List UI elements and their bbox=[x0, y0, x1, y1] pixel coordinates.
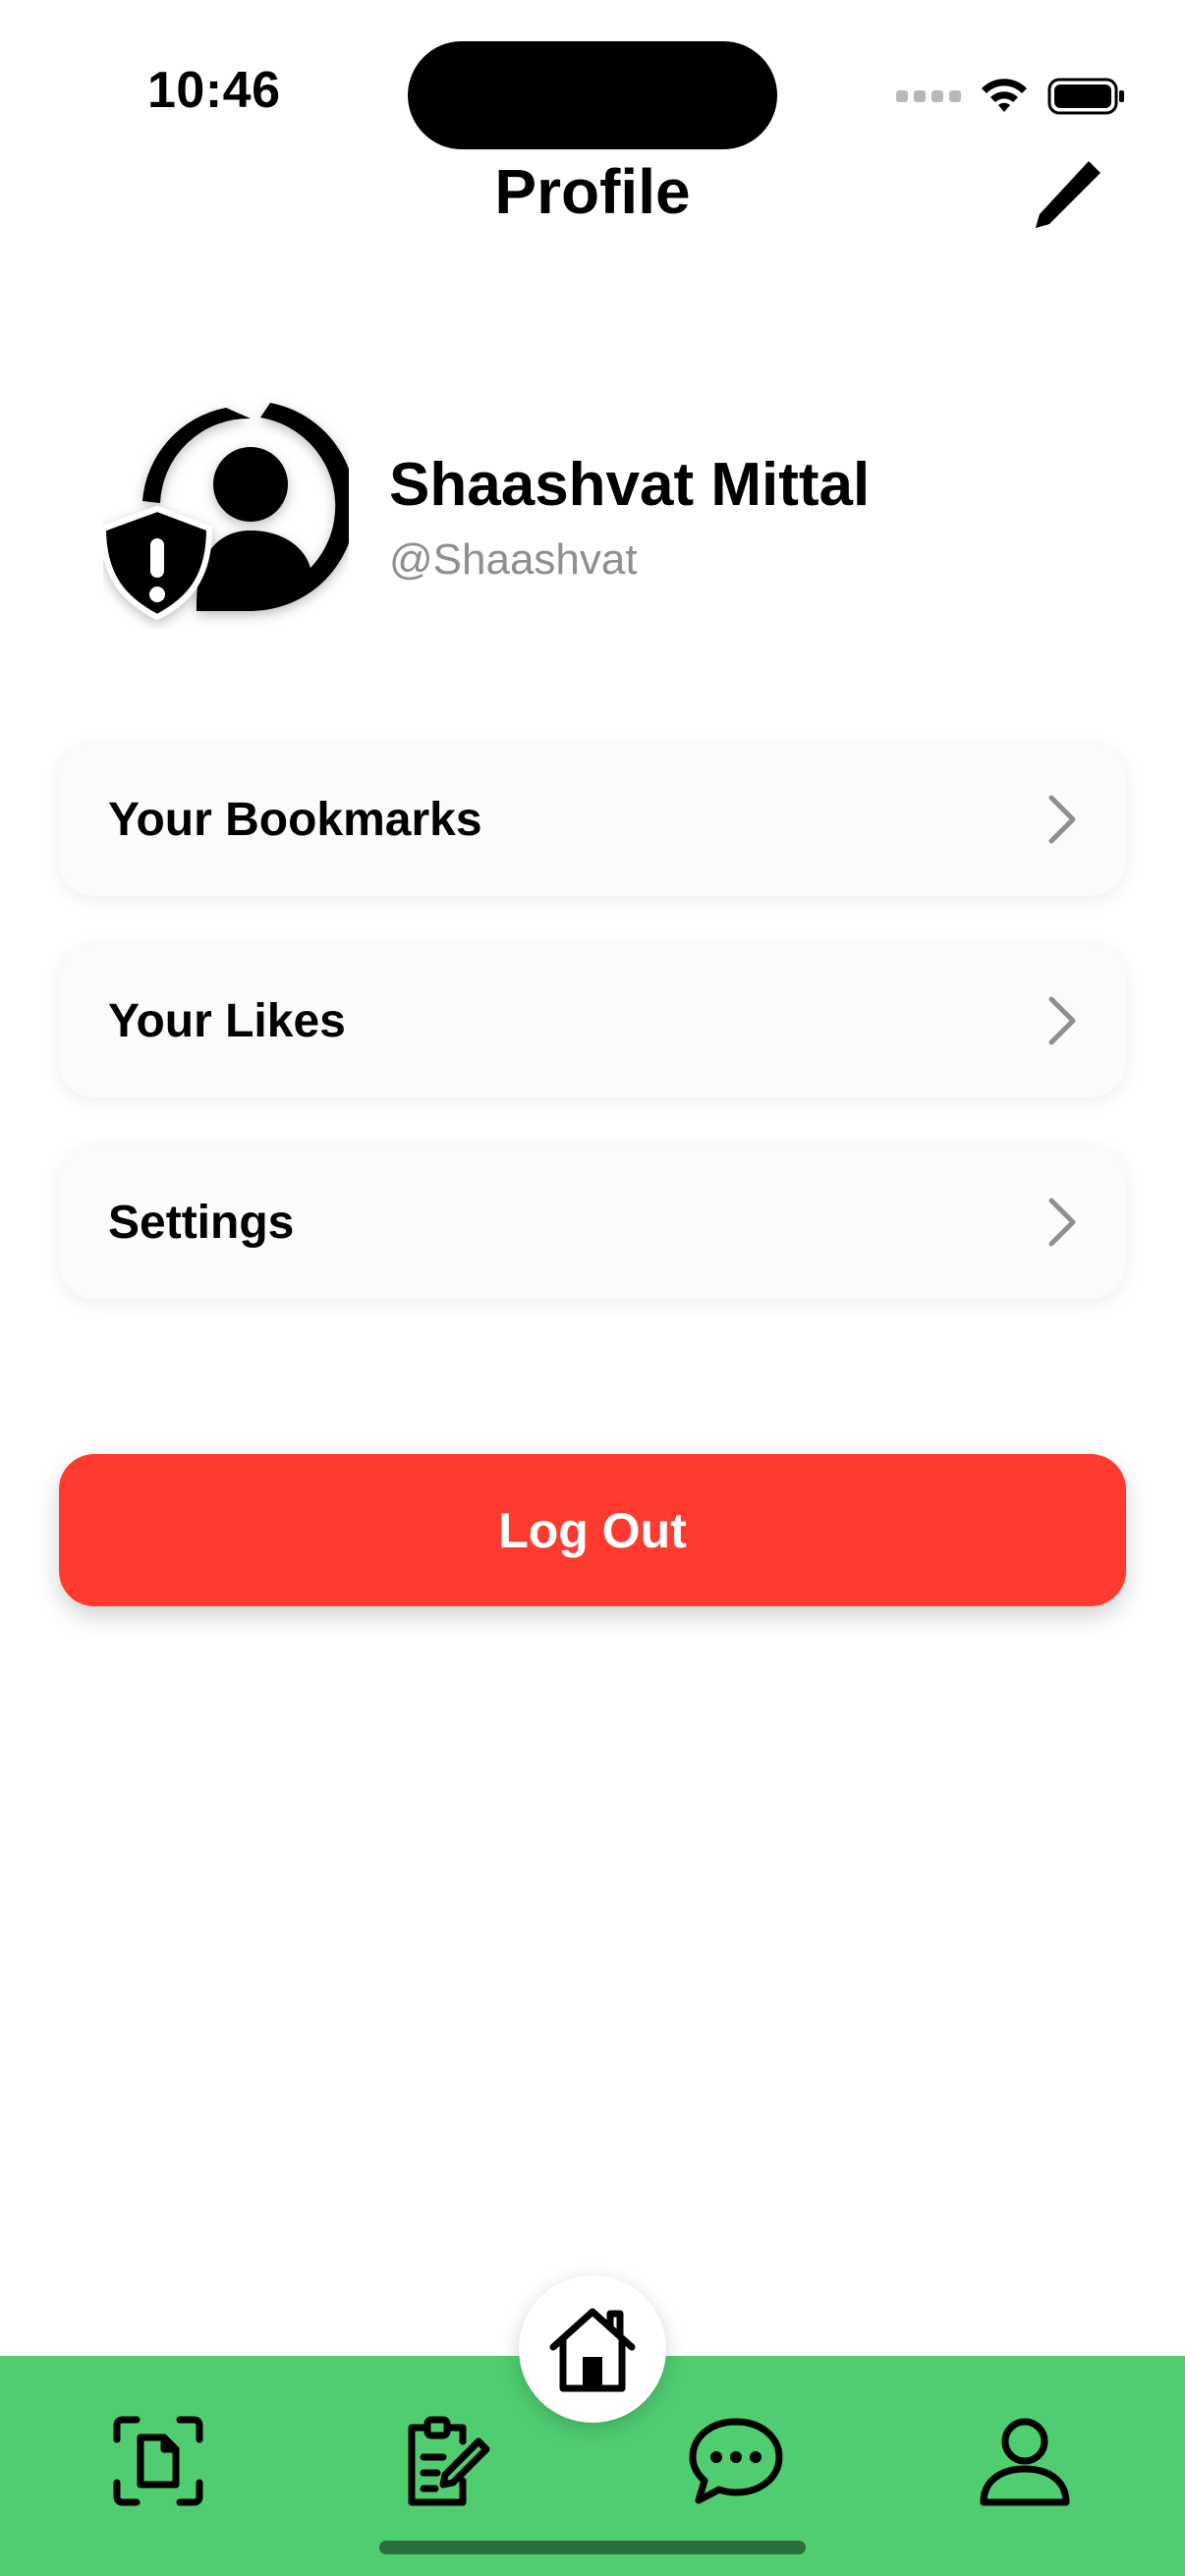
person-icon bbox=[980, 2418, 1070, 2506]
tab-chat[interactable] bbox=[682, 2407, 790, 2515]
status-icons bbox=[896, 67, 1126, 126]
logout-button[interactable]: Log Out bbox=[59, 1454, 1126, 1606]
chevron-right-icon bbox=[1048, 795, 1076, 844]
profile-menu: Your Bookmarks Your Likes Settings bbox=[59, 743, 1126, 1347]
battery-icon bbox=[1047, 78, 1124, 115]
dynamic-island bbox=[408, 41, 777, 149]
menu-item-bookmarks[interactable]: Your Bookmarks bbox=[59, 743, 1126, 896]
menu-item-label: Your Bookmarks bbox=[108, 793, 482, 846]
menu-item-settings[interactable]: Settings bbox=[59, 1146, 1126, 1299]
tab-home[interactable] bbox=[519, 2275, 666, 2423]
profile-handle: @Shaashvat bbox=[389, 535, 638, 584]
tab-notes[interactable] bbox=[387, 2407, 495, 2515]
clipboard-edit-icon bbox=[408, 2416, 490, 2506]
document-scan-icon bbox=[113, 2416, 203, 2506]
wifi-icon bbox=[982, 79, 1027, 112]
cellular-signal-icon bbox=[896, 90, 961, 102]
tab-profile[interactable] bbox=[971, 2407, 1079, 2515]
home-icon bbox=[549, 2308, 636, 2392]
menu-item-label: Your Likes bbox=[108, 994, 346, 1047]
chevron-right-icon bbox=[1048, 996, 1076, 1045]
edit-profile-button[interactable] bbox=[1028, 155, 1106, 234]
person-warning-icon bbox=[99, 403, 356, 621]
menu-item-label: Settings bbox=[108, 1196, 295, 1249]
chat-bubble-icon bbox=[689, 2418, 783, 2504]
avatar bbox=[99, 393, 356, 629]
page-title: Profile bbox=[494, 156, 691, 227]
profile-name: Shaashvat Mittal bbox=[389, 451, 871, 519]
status-time: 10:46 bbox=[147, 62, 281, 119]
pencil-icon bbox=[1036, 161, 1100, 228]
tab-scan[interactable] bbox=[104, 2407, 212, 2515]
logout-label: Log Out bbox=[498, 1502, 687, 1558]
home-indicator bbox=[379, 2541, 806, 2554]
menu-item-likes[interactable]: Your Likes bbox=[59, 944, 1126, 1097]
chevron-right-icon bbox=[1048, 1198, 1076, 1247]
profile-screen: 10:46 Profile Shaashvat Mittal @Shaashva… bbox=[0, 0, 1185, 2576]
